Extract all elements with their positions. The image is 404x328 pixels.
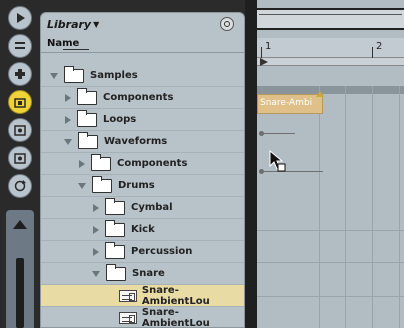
envelope-line[interactable]	[261, 133, 295, 134]
list-item[interactable]: Snare	[41, 263, 244, 285]
list-item[interactable]: Snare-AmbientLou	[41, 285, 244, 307]
clip-name: Snare-Ambi	[260, 98, 313, 108]
list-item[interactable]: Components	[41, 87, 244, 109]
play-icon[interactable]	[8, 6, 32, 30]
ruler-label: 2	[376, 41, 383, 52]
name-column-label: Name	[47, 38, 80, 49]
folder-icon	[91, 153, 111, 171]
mouse-cursor-icon	[269, 150, 286, 172]
list-item[interactable]: Waveforms	[41, 131, 244, 153]
rail-lower-panel	[6, 210, 34, 328]
collapsed-triangle-icon[interactable]	[65, 115, 71, 124]
name-column-header[interactable]: Name	[41, 35, 244, 53]
folder-icon	[92, 175, 112, 193]
collapsed-triangle-icon[interactable]	[65, 93, 71, 102]
collapsed-triangle-icon[interactable]	[79, 159, 85, 168]
folder-icon	[77, 109, 97, 127]
expanded-triangle-icon[interactable]	[92, 270, 100, 277]
list-item[interactable]: Loops	[41, 109, 244, 131]
beat-ruler[interactable]: 1 2	[257, 38, 404, 58]
track-header-band	[257, 86, 404, 94]
list-icon[interactable]	[8, 34, 32, 58]
disk-icon[interactable]	[8, 146, 32, 170]
collapse-arrow-icon[interactable]	[13, 220, 27, 229]
folder-icon	[64, 65, 84, 83]
list-item[interactable]: Samples	[41, 65, 244, 87]
places-icon[interactable]	[8, 118, 32, 142]
panel-divider[interactable]	[245, 0, 257, 328]
ruler-label: 1	[265, 41, 272, 52]
expanded-triangle-icon[interactable]	[50, 72, 58, 79]
folder-icon	[78, 131, 98, 149]
library-title[interactable]: Library	[47, 18, 91, 31]
browser-rail	[0, 0, 40, 328]
list-item[interactable]: Snare-AmbientLou	[41, 307, 244, 327]
list-item[interactable]: Kick	[41, 219, 244, 241]
expanded-triangle-icon[interactable]	[78, 182, 86, 189]
overview-strip[interactable]	[257, 8, 404, 30]
library-browser: Library ▼ Name Samples Components Loops …	[40, 12, 245, 328]
folder-icon	[77, 87, 97, 105]
loop-start-marker-icon[interactable]	[260, 58, 268, 66]
rail-scroll-handle[interactable]	[16, 258, 24, 328]
folder-icon	[106, 263, 126, 281]
list-item[interactable]: Percussion	[41, 241, 244, 263]
plugin-icon[interactable]	[8, 62, 32, 86]
audio-file-icon	[119, 289, 137, 302]
loop-strip[interactable]	[257, 58, 404, 66]
audio-file-icon	[119, 311, 137, 324]
chevron-down-icon[interactable]: ▼	[93, 20, 99, 29]
folder-icon[interactable]	[8, 90, 32, 114]
list-item[interactable]: Drums	[41, 175, 244, 197]
collapsed-triangle-icon[interactable]	[93, 247, 99, 256]
folder-icon	[105, 241, 125, 259]
refresh-icon[interactable]	[8, 174, 32, 198]
arrangement-view: 1 2 Snare-Ambi	[257, 0, 404, 328]
settings-icon[interactable]	[220, 17, 234, 31]
audio-clip[interactable]: Snare-Ambi	[257, 91, 324, 114]
expanded-triangle-icon[interactable]	[64, 138, 72, 145]
folder-icon	[105, 197, 125, 215]
collapsed-triangle-icon[interactable]	[93, 203, 99, 212]
list-item[interactable]: Components	[41, 153, 244, 175]
browser-header: Library ▼	[41, 13, 244, 35]
collapsed-triangle-icon[interactable]	[93, 225, 99, 234]
folder-icon	[105, 219, 125, 237]
list-item[interactable]: Cymbal	[41, 197, 244, 219]
